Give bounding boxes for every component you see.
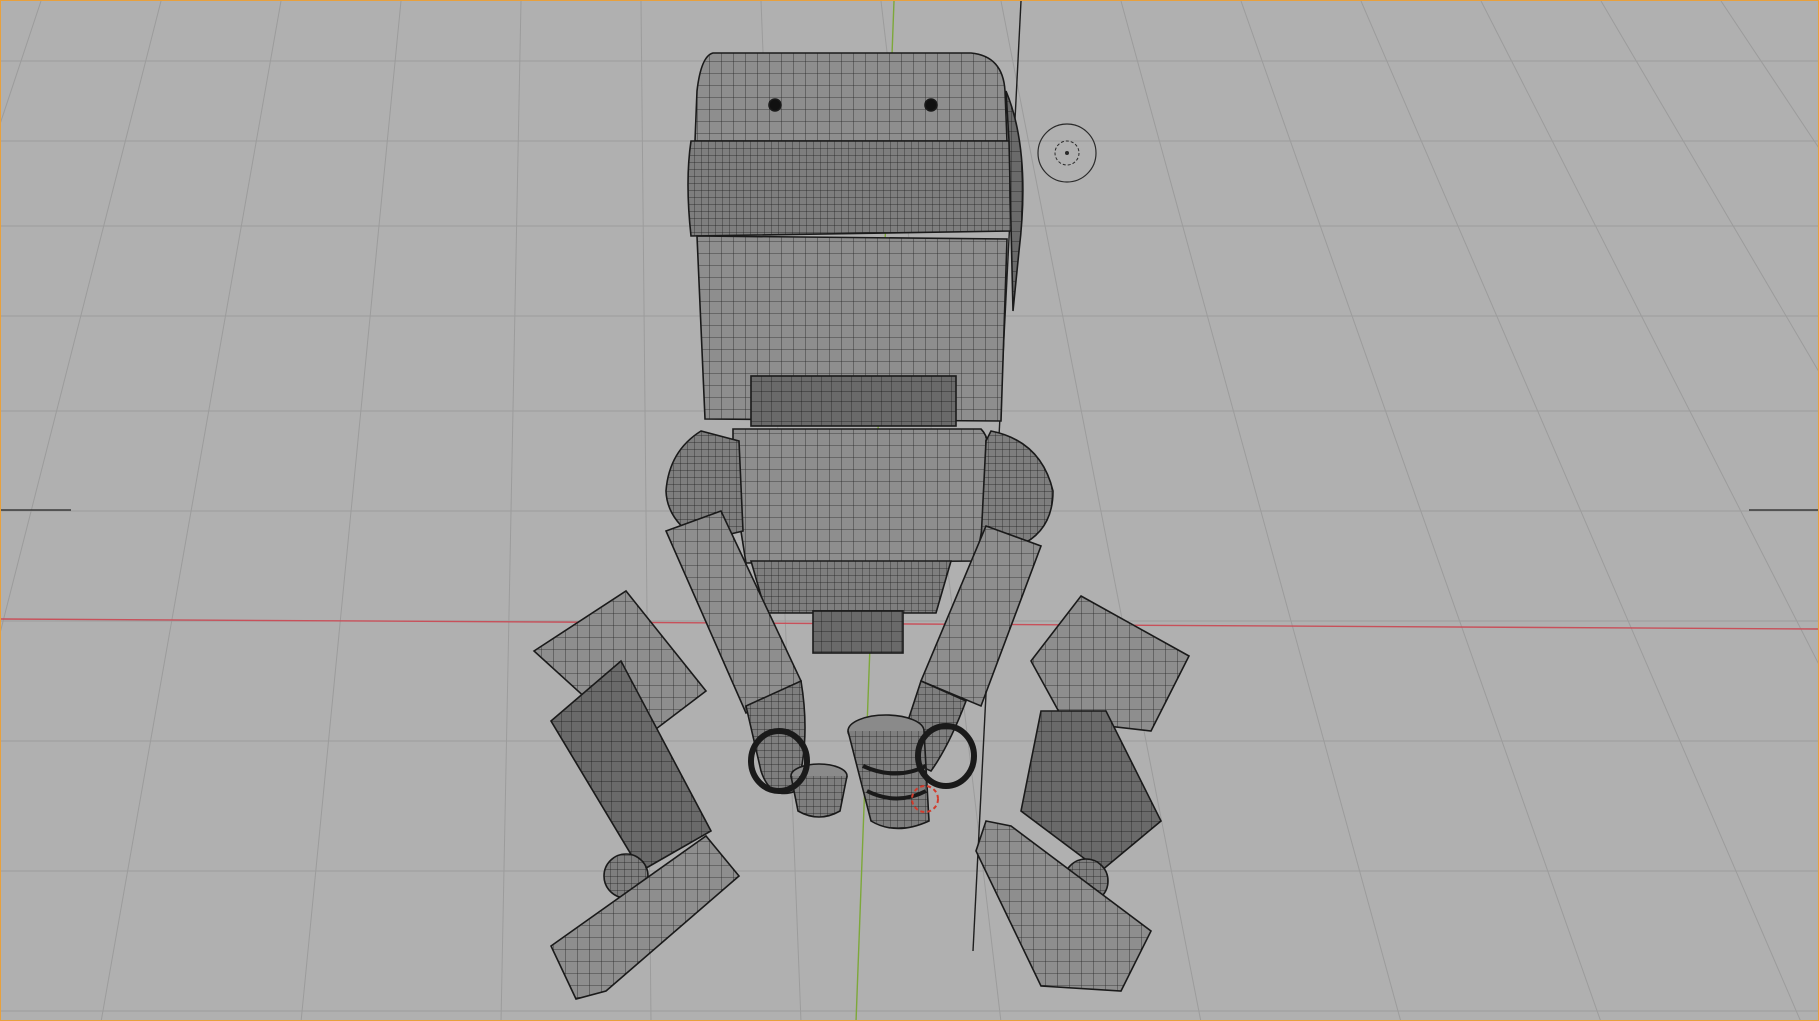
torso [732,428,993,564]
right-cup [847,714,977,830]
right-shin [1020,710,1162,873]
hips [812,610,904,654]
torso-lower [749,560,953,614]
mouth-panel [750,375,957,427]
head-top [694,52,1008,142]
right-eye [924,98,938,112]
left-eye [768,98,782,112]
head-upper-rim [687,140,1014,237]
empty-object-icon[interactable] [1037,123,1097,183]
3d-viewport[interactable] [0,0,1819,1021]
